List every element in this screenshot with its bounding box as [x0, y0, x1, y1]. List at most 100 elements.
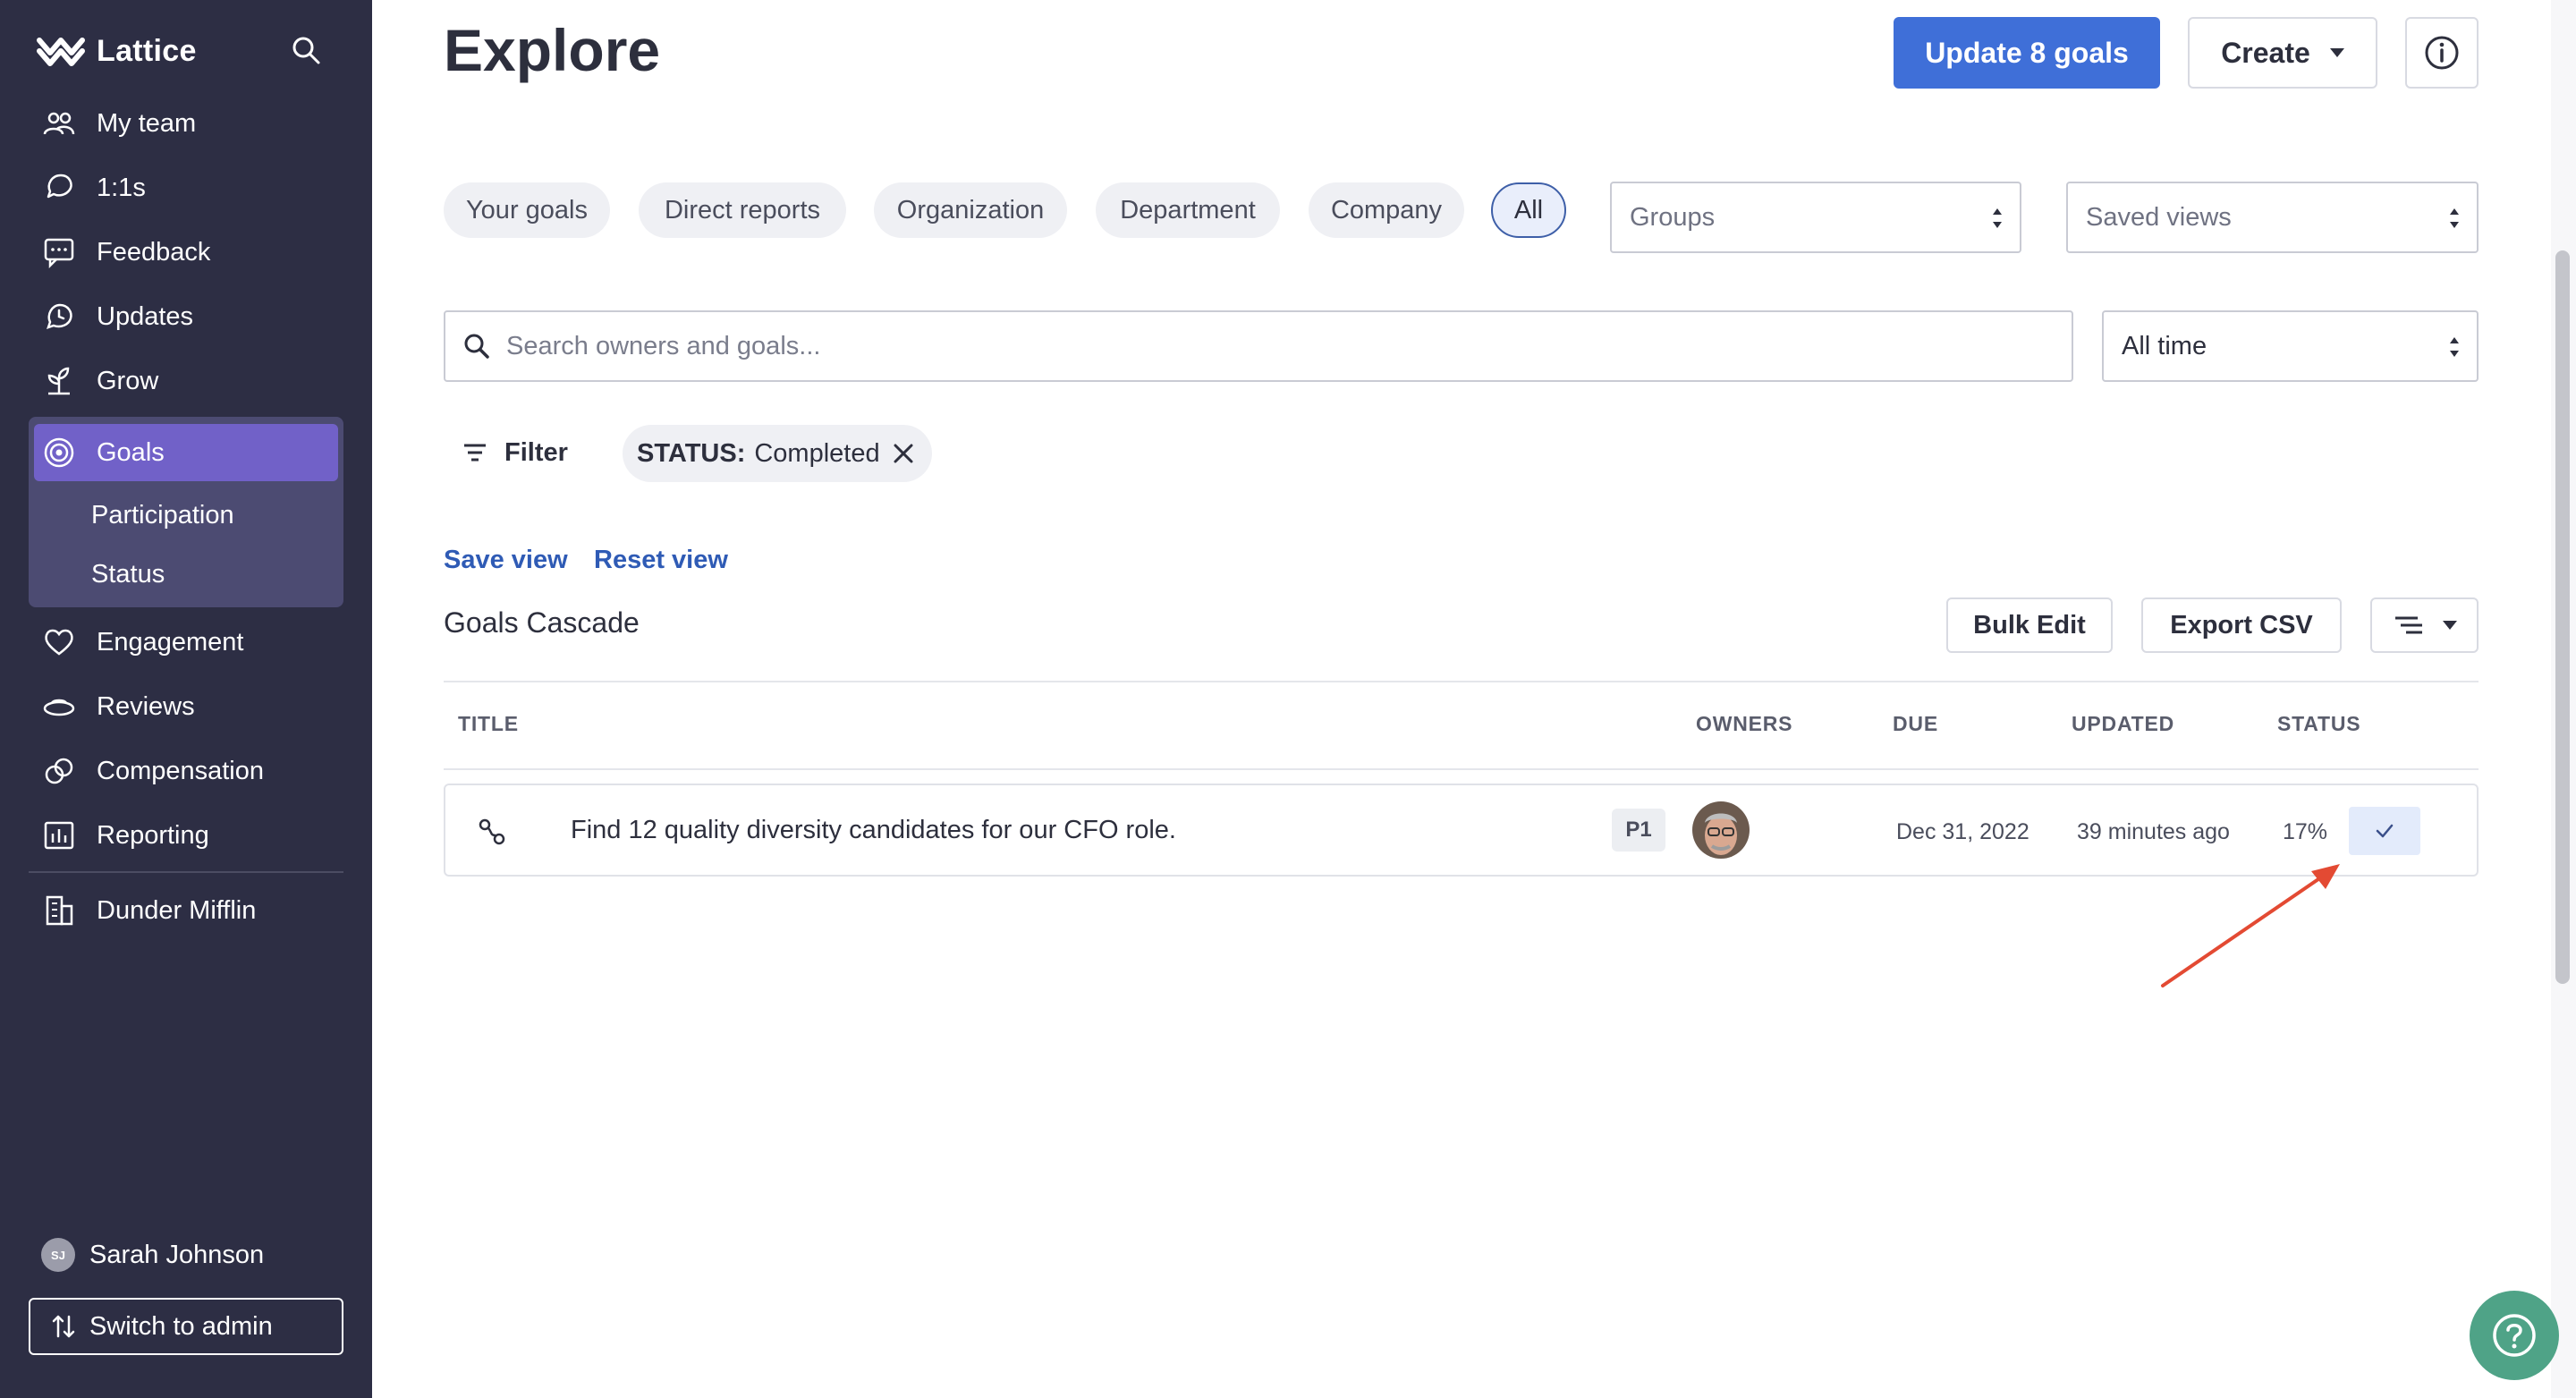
grow-icon [47, 367, 70, 395]
sidebar-item-label: Dunder Mifflin [97, 895, 257, 925]
search-icon[interactable] [288, 32, 324, 68]
column-header-owners[interactable]: OWNERS [1696, 712, 1792, 736]
sidebar-item-reviews[interactable]: Reviews [41, 682, 195, 732]
app-root: Lattice My team 1:1s Feedback Updates Gr… [0, 0, 2576, 1398]
info-button[interactable] [2405, 17, 2479, 89]
sidebar-divider [29, 871, 343, 873]
sidebar-item-label: Reviews [97, 691, 195, 721]
tab-direct-reports[interactable]: Direct reports [639, 182, 846, 238]
create-label: Create [2221, 36, 2310, 69]
filter-label: Filter [504, 437, 568, 467]
brand-name: Lattice [97, 33, 197, 68]
saved-views-select-value: Saved views [2086, 202, 2232, 232]
updated-time: 39 minutes ago [2077, 819, 2230, 844]
export-csv-button[interactable]: Export CSV [2141, 597, 2342, 653]
tab-all[interactable]: All [1491, 182, 1566, 238]
tab-organization[interactable]: Organization [874, 182, 1067, 238]
sidebar-item-grow[interactable]: Grow [41, 356, 158, 406]
create-button[interactable]: Create [2188, 17, 2377, 89]
view-options-button[interactable] [2370, 597, 2479, 653]
sidebar-item-label: Grow [97, 366, 159, 395]
tab-your-goals[interactable]: Your goals [444, 182, 610, 238]
time-range-select[interactable]: All time [2102, 310, 2479, 382]
updown-arrows-icon [2450, 337, 2459, 357]
filter-button[interactable]: Filter [460, 428, 568, 478]
chat-icon [47, 174, 72, 199]
sidebar-item-dunder-mifflin[interactable]: Dunder Mifflin [41, 885, 256, 936]
sidebar-item-label: Compensation [97, 756, 264, 785]
reviews-icon [43, 699, 75, 716]
update-goals-button[interactable]: Update 8 goals [1894, 17, 2160, 89]
sidebar-item-label: Engagement [97, 627, 244, 657]
sidebar-item-label: 1:1s [97, 173, 146, 202]
tab-company[interactable]: Company [1309, 182, 1464, 238]
sidebar-item-one-on-ones[interactable]: 1:1s [41, 163, 146, 213]
section-title: Goals Cascade [444, 606, 640, 639]
tab-department[interactable]: Department [1096, 182, 1280, 238]
info-icon [2425, 36, 2459, 70]
groups-select-value: Groups [1630, 202, 1716, 232]
sidebar-item-updates[interactable]: Updates [41, 292, 193, 342]
close-icon[interactable] [889, 439, 918, 468]
priority-badge: P1 [1612, 809, 1665, 852]
chart-icon [44, 821, 74, 850]
feedback-icon [44, 238, 74, 269]
user-name: Sarah Johnson [89, 1240, 265, 1269]
groups-select[interactable]: Groups [1610, 182, 2021, 253]
caret-down-icon [2442, 621, 2457, 630]
help-icon [2493, 1314, 2536, 1357]
sidebar-item-label: Updates [97, 301, 194, 331]
sidebar-subitem-label: Status [91, 559, 165, 589]
filter-icon [464, 444, 486, 462]
sidebar-item-engagement[interactable]: Engagement [41, 617, 243, 667]
sidebar-subitem-participation[interactable]: Participation [91, 493, 234, 538]
sidebar-item-feedback[interactable]: Feedback [41, 227, 210, 277]
cascade-lines-icon [2394, 616, 2422, 634]
search-icon [464, 334, 489, 359]
bulk-edit-button[interactable]: Bulk Edit [1946, 597, 2113, 653]
sidebar-item-compensation[interactable]: Compensation [41, 746, 264, 796]
sidebar-subitem-label: Participation [91, 500, 234, 530]
sidebar-item-label: Feedback [97, 237, 211, 267]
switch-to-admin-button[interactable]: Switch to admin [29, 1298, 343, 1355]
sidebar-subitem-status[interactable]: Status [91, 552, 165, 597]
status-completed-badge[interactable] [2349, 807, 2420, 855]
checkmark-icon [2376, 824, 2394, 838]
reset-view-link[interactable]: Reset view [594, 546, 728, 575]
brand[interactable]: Lattice [36, 30, 197, 72]
current-user[interactable]: SJ Sarah Johnson [41, 1234, 264, 1275]
time-range-value: All time [2122, 331, 2207, 360]
link-icon [479, 818, 505, 845]
search-field[interactable] [444, 310, 2073, 382]
avatar: SJ [41, 1238, 75, 1272]
sidebar-item-label: Reporting [97, 820, 209, 850]
search-input[interactable] [506, 331, 2027, 361]
sidebar-item-goals[interactable]: Goals [41, 428, 165, 478]
sidebar-item-reporting[interactable]: Reporting [41, 810, 209, 860]
annotation-arrow-icon [2161, 864, 2340, 987]
coins-icon [45, 758, 73, 784]
column-header-updated[interactable]: UPDATED [2072, 712, 2174, 736]
scrollbar-thumb[interactable] [2555, 250, 2570, 984]
goal-title[interactable]: Find 12 quality diversity candidates for… [571, 816, 1176, 845]
save-view-link[interactable]: Save view [444, 546, 568, 575]
table-divider [444, 681, 2479, 682]
target-icon [44, 437, 74, 468]
help-button[interactable] [2470, 1291, 2559, 1380]
switch-to-admin-label: Switch to admin [89, 1311, 273, 1341]
updates-icon [47, 303, 72, 329]
chip-value: Completed [754, 438, 880, 468]
people-icon [43, 112, 75, 135]
page-title: Explore [444, 17, 661, 83]
caret-down-icon [2329, 48, 2344, 57]
switch-arrows-icon [52, 1315, 75, 1338]
saved-views-select[interactable]: Saved views [2066, 182, 2479, 253]
sidebar-item-label: Goals [97, 437, 165, 467]
column-header-title[interactable]: TITLE [458, 712, 519, 736]
column-header-due[interactable]: DUE [1893, 712, 1938, 736]
sidebar-item-my-team[interactable]: My team [41, 98, 196, 148]
column-header-status[interactable]: STATUS [2277, 712, 2360, 736]
owner-avatar[interactable] [1692, 801, 1750, 859]
lattice-logo-icon [37, 38, 85, 66]
due-date: Dec 31, 2022 [1896, 819, 2029, 844]
